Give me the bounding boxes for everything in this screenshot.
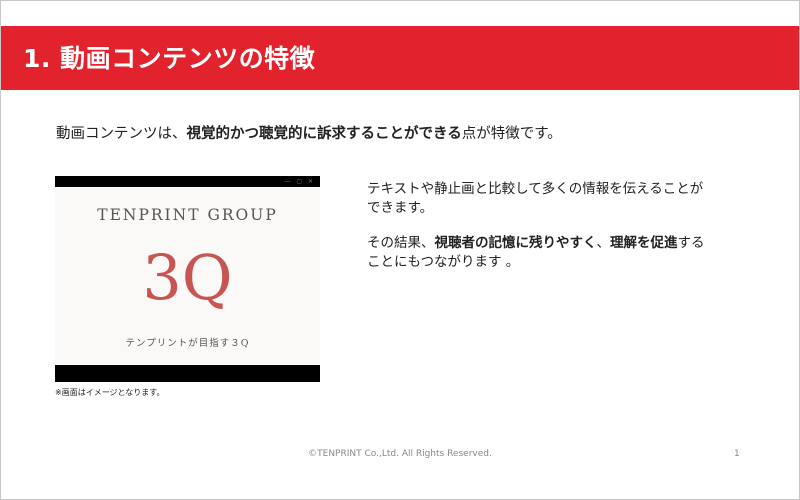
video-screenshot: ― ▢ ✕ TENPRINT GROUP 3Q テンプリントが目指す３Q (55, 176, 320, 382)
video-3q-logo: 3Q (142, 241, 233, 314)
paragraph-info: テキストや静止画と比較して多くの情報を伝えることが できます。 (367, 180, 747, 218)
lead-text-emphasis: 視覚的かつ聴覚的に訴求することができる (186, 126, 462, 142)
lead-text-part3: 点が特徴です。 (461, 126, 562, 142)
paragraph-info-line1: テキストや静止画と比較して多くの情報を伝えることが (367, 181, 704, 197)
paragraph-result-part3: 、 (596, 235, 611, 251)
lead-text: 動画コンテンツは、視覚的かつ聴覚的に訴求することができる点が特徴です。 (56, 122, 562, 143)
window-controls-icon: ― ▢ ✕ (284, 178, 315, 185)
paragraph-result-line1: その結果、視聴者の記憶に残りやすく、理解を促進する (367, 234, 747, 253)
video-group-name: TENPRINT GROUP (97, 206, 278, 224)
paragraph-result: その結果、視聴者の記憶に残りやすく、理解を促進する ことにもつながります 。 (367, 234, 747, 272)
copyright-footer: ©TENPRINT Co.,Ltd. All Rights Reserved. (308, 449, 492, 459)
lead-text-part1: 動画コンテンツは、 (56, 126, 187, 142)
paragraph-result-emphasis2: 理解を促進 (610, 235, 678, 251)
slide: 1. 動画コンテンツの特徴 動画コンテンツは、視覚的かつ聴覚的に訴求することがで… (0, 0, 800, 500)
video-caption: テンプリントが目指す３Q (125, 338, 250, 349)
paragraph-result-line2: ことにもつながります 。 (367, 254, 520, 270)
paragraph-info-line2: できます。 (367, 200, 434, 216)
image-note: ※画面はイメージとなります。 (55, 388, 165, 397)
paragraph-result-part1: その結果、 (367, 235, 435, 251)
slide-title: 1. 動画コンテンツの特徴 (23, 44, 316, 73)
paragraph-result-part5: する (677, 235, 705, 251)
video-frame: TENPRINT GROUP 3Q テンプリントが目指す３Q (55, 187, 320, 365)
page-number: 1 (734, 449, 740, 459)
paragraph-result-emphasis1: 視聴者の記憶に残りやすく (434, 235, 597, 251)
title-bar: 1. 動画コンテンツの特徴 (1, 26, 799, 90)
